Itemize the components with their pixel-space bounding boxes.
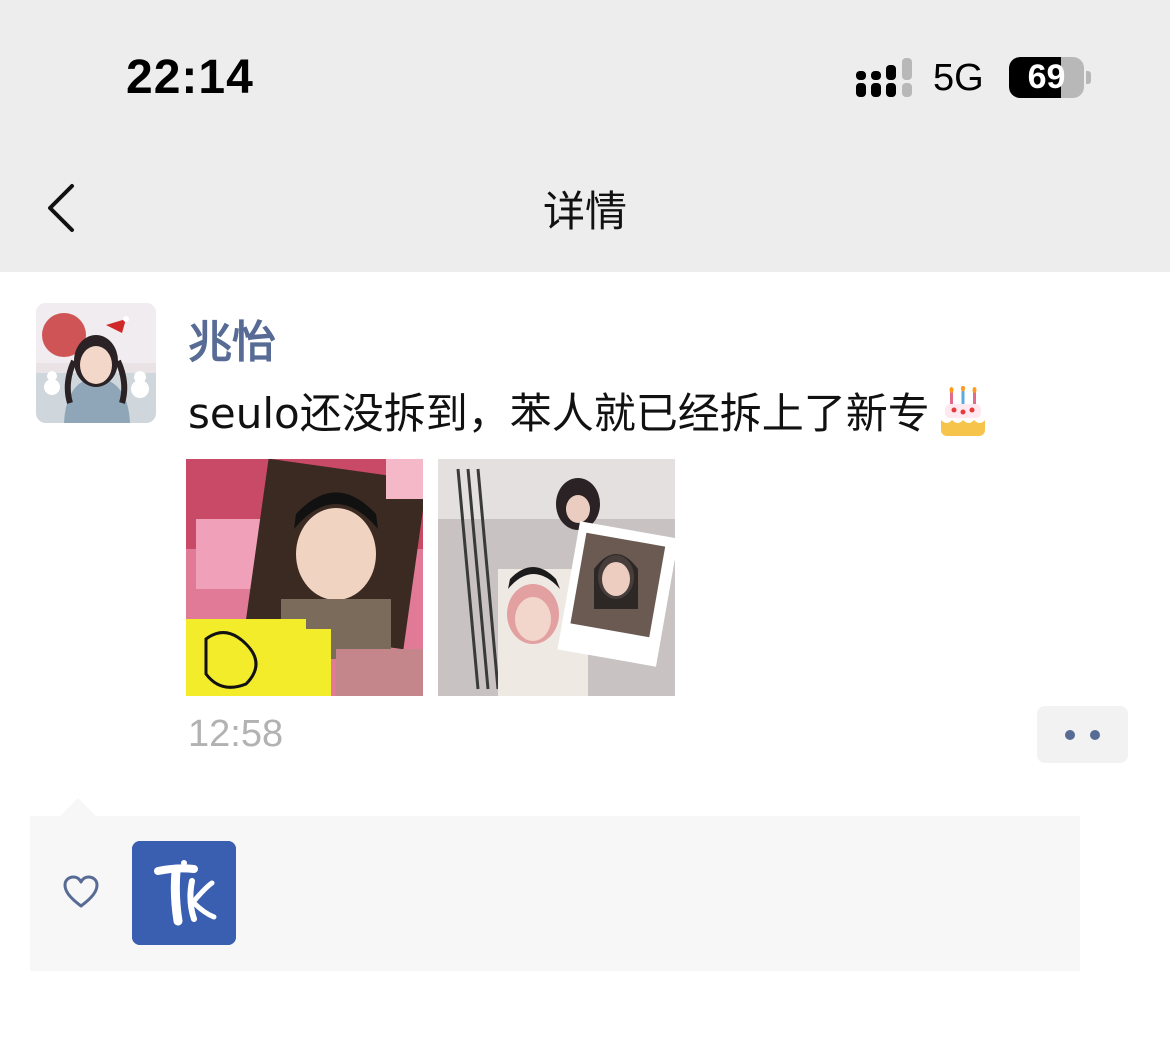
birthday-cake-icon [940,386,985,436]
liker-logo-image [132,841,236,945]
photo-2-image [438,459,675,696]
network-type: 5G [933,57,984,99]
like-panel-arrow [60,798,96,816]
battery-percent: 69 [1027,58,1066,96]
battery-nub [1086,71,1091,84]
author-name[interactable]: 兆怡 [188,306,276,370]
battery-icon: 69 [1009,57,1084,98]
more-actions-button[interactable] [1037,706,1128,763]
photo-1-image [186,459,423,696]
author-avatar[interactable] [36,303,156,423]
more-dot-icon [1065,730,1075,740]
post-text: seulo还没拆到，苯人就已经拆上了新专 [188,380,990,441]
blue-logo-avatar[interactable] [132,841,236,945]
post-text-body: seulo还没拆到，苯人就已经拆上了新专 [188,389,930,438]
cellular-signal-icon [856,58,912,97]
more-dot-icon [1090,730,1100,740]
status-time: 22:14 [126,51,254,104]
page-title: 详情 [542,187,627,236]
photocard-pink-photo[interactable] [186,459,423,696]
polaroid-spiral-photo[interactable] [438,459,675,696]
author-avatar-image [36,303,156,423]
post-time: 12:58 [188,713,284,755]
heart-icon [63,875,99,908]
